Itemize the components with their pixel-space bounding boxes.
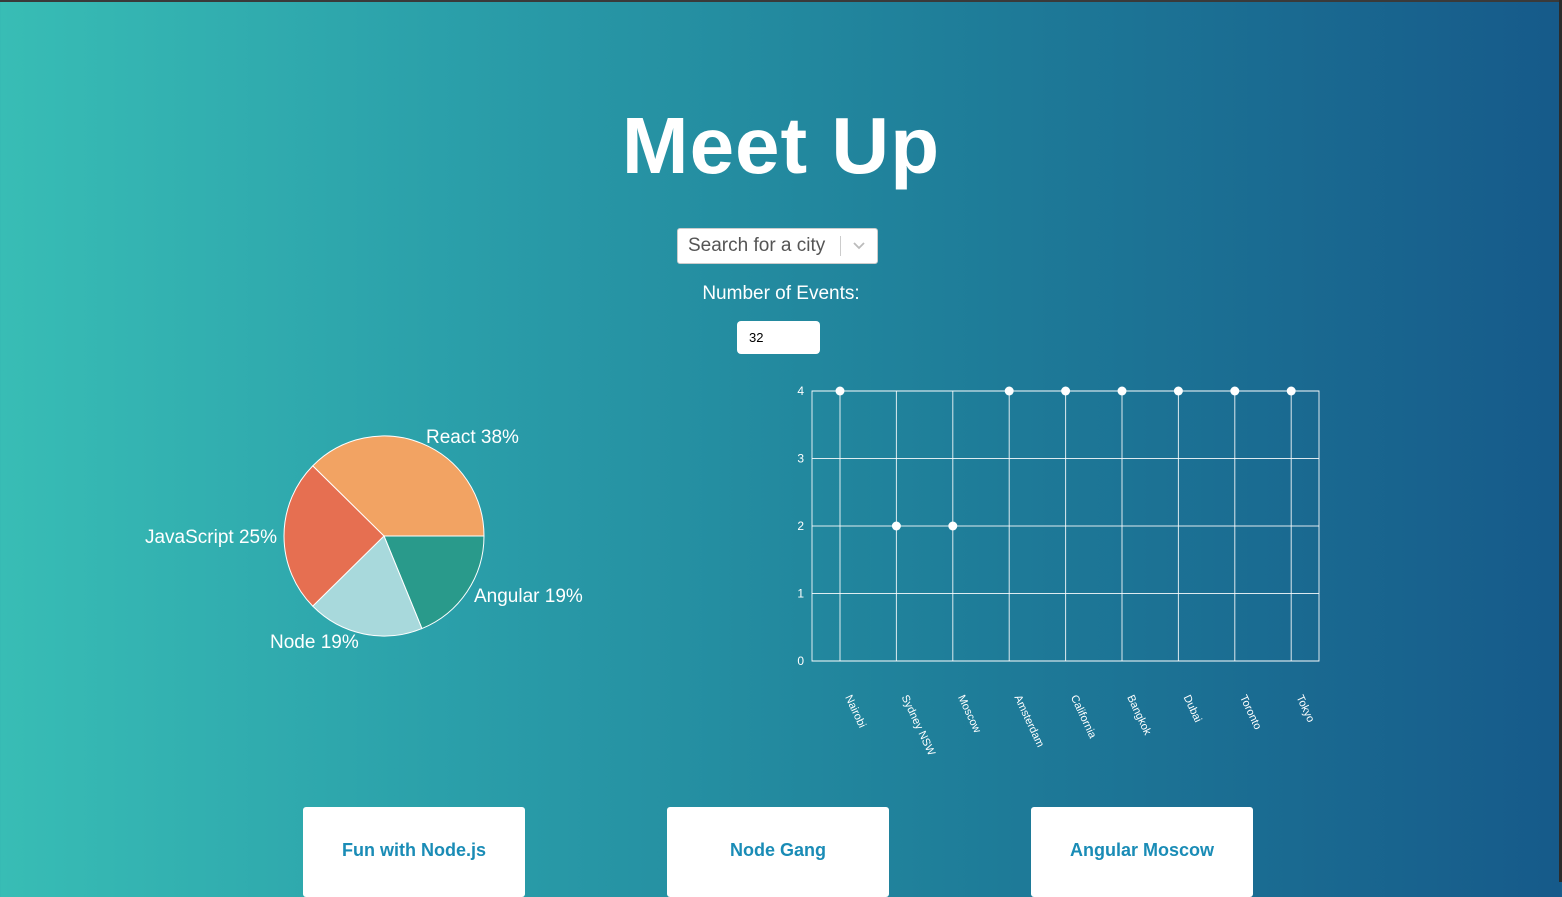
scatter-point-sydney-nsw [891,521,901,531]
x-tick-label: Nairobi [842,693,868,730]
scatter-point-california [1061,386,1071,396]
y-tick-label: 3 [797,452,804,466]
event-card-title[interactable]: Angular Moscow [1070,840,1214,860]
x-tick-label: California [1068,693,1099,741]
event-card[interactable]: Node Gang [667,807,889,897]
y-tick-label: 4 [797,384,804,398]
x-tick-label: Amsterdam [1011,693,1046,749]
scatter-point-dubai [1173,386,1183,396]
x-tick-label: Moscow [955,693,983,735]
scatter-point-bangkok [1117,386,1127,396]
y-tick-label: 2 [797,519,804,533]
x-tick-label: Tokyo [1293,693,1316,724]
event-card-title[interactable]: Fun with Node.js [342,840,486,860]
scatter-point-moscow [948,521,958,531]
x-tick-label: Bangkok [1124,693,1153,737]
scatter-point-tokyo [1286,386,1296,396]
scatter-point-nairobi [835,386,845,396]
y-tick-label: 1 [797,587,804,601]
scatter-chart: 0 1 2 3 4 Nairobi Sydney NSW Moscow Amsterdam Cal… [797,384,1320,758]
event-card[interactable]: Fun with Node.js [303,807,525,897]
event-card[interactable]: Angular Moscow [1031,807,1253,897]
scatter-point-amsterdam [1004,386,1014,396]
event-card-title[interactable]: Node Gang [730,840,826,860]
y-tick-label: 0 [797,654,804,668]
scatter-point-toronto [1230,386,1240,396]
x-tick-label: Toronto [1237,693,1263,731]
x-tick-label: Sydney NSW [899,693,938,758]
x-tick-label: Dubai [1181,693,1204,724]
